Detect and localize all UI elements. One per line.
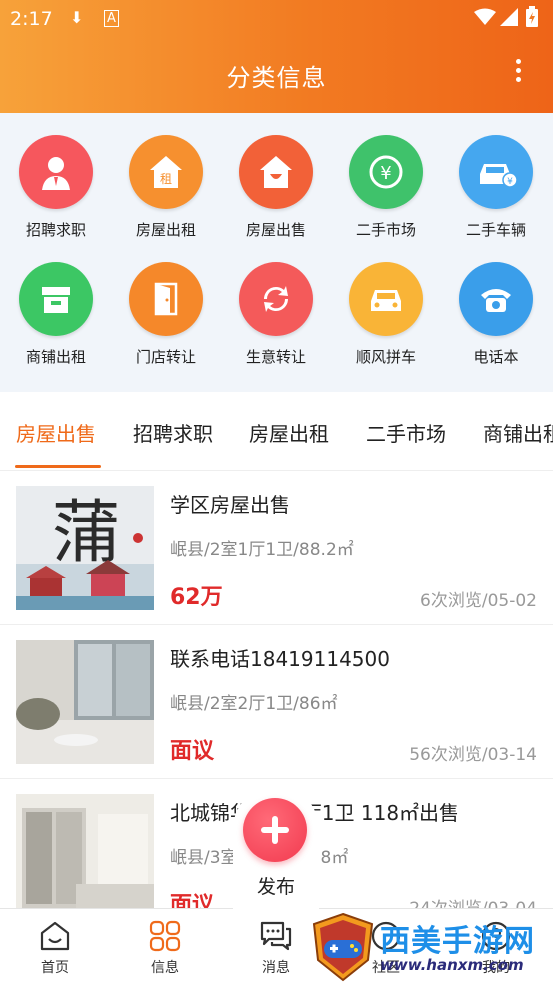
listing-thumbnail: 蒲 <box>16 486 154 610</box>
tab-house-rent[interactable]: 房屋出租 <box>249 418 329 447</box>
category-store-transfer[interactable]: 门店转让 <box>111 262 221 367</box>
listing-title: 联系电话18419114500 <box>170 647 390 671</box>
plus-icon <box>243 798 307 862</box>
tab-second-hand[interactable]: 二手市场 <box>366 418 446 447</box>
category-label: 房屋出售 <box>245 221 306 239</box>
more-vert-icon[interactable] <box>506 56 530 92</box>
nav-label: 首页 <box>41 960 69 976</box>
app-header: 2:17 ⬇ A 分类信息 <box>0 0 553 113</box>
category-business-transfer[interactable]: 生意转让 <box>221 262 331 367</box>
svg-text:¥: ¥ <box>380 163 391 184</box>
download-icon: ⬇ <box>70 8 84 27</box>
category-label: 生意转让 <box>245 348 306 366</box>
watermark-text: 西美手游网 <box>380 924 535 959</box>
tab-recruitment[interactable]: 招聘求职 <box>133 418 213 447</box>
listing-details: 岷县/2室2厅1卫/86㎡ <box>170 694 338 714</box>
battery-icon <box>526 6 538 27</box>
car-icon <box>349 262 423 336</box>
listing-item[interactable]: 联系电话18419114500 岷县/2室2厅1卫/86㎡ 面议 56次浏览/0… <box>0 625 553 779</box>
door-icon <box>129 262 203 336</box>
house-rent-icon: 租 <box>129 135 203 209</box>
a-icon: A <box>104 10 119 27</box>
status-bar: 2:17 ⬇ A <box>0 0 553 38</box>
listing-details: 岷县/2室1厅1卫/88.2㎡ <box>170 540 354 560</box>
phone-icon <box>459 262 533 336</box>
listing-thumbnail <box>16 794 154 918</box>
home-icon <box>38 919 72 953</box>
category-label: 房屋出租 <box>135 221 196 239</box>
publish-button[interactable]: 发布 <box>233 786 319 916</box>
chat-icon <box>259 919 293 953</box>
category-second-hand[interactable]: ¥ 二手市场 <box>331 135 441 240</box>
grid-icon <box>148 919 182 953</box>
listing-price: 62万 <box>170 585 223 610</box>
category-label: 招聘求职 <box>25 221 86 239</box>
gamepad-shield-icon <box>312 912 374 982</box>
wifi-icon <box>474 8 496 25</box>
person-icon <box>19 135 93 209</box>
svg-text:租: 租 <box>160 172 172 186</box>
category-house-sale[interactable]: 房屋出售 <box>221 135 331 240</box>
category-recruitment[interactable]: 招聘求职 <box>1 135 111 240</box>
category-label: 电话本 <box>473 348 519 366</box>
active-tab-indicator <box>15 465 101 468</box>
page-title: 分类信息 <box>226 64 327 92</box>
watermark-url: www.hanxm.com <box>380 956 524 974</box>
listing-title: 学区房屋出售 <box>170 493 290 517</box>
category-label: 商铺出租 <box>25 348 86 366</box>
category-phonebook[interactable]: 电话本 <box>441 262 551 367</box>
listing-meta: 56次浏览/03-14 <box>409 745 537 765</box>
category-house-rent[interactable]: 租 房屋出租 <box>111 135 221 240</box>
transfer-icon <box>239 262 313 336</box>
house-sale-icon <box>239 135 313 209</box>
category-shop-rent[interactable]: 商铺出租 <box>1 262 111 367</box>
nav-label: 信息 <box>151 960 179 976</box>
category-label: 二手市场 <box>355 221 416 239</box>
category-used-car[interactable]: ¥ 二手车辆 <box>441 135 551 240</box>
nav-home[interactable]: 首页 <box>0 909 110 985</box>
tab-house-sale[interactable]: 房屋出售 <box>16 418 96 447</box>
category-label: 顺风拼车 <box>355 348 416 366</box>
nav-info[interactable]: 信息 <box>110 909 220 985</box>
category-carpool[interactable]: 顺风拼车 <box>331 262 441 367</box>
shop-icon <box>19 262 93 336</box>
listing-price: 面议 <box>170 739 215 764</box>
category-label: 门店转让 <box>135 348 196 366</box>
watermark: 西美手游网 www.hanxm.com <box>310 910 553 984</box>
status-time: 2:17 <box>10 8 53 30</box>
listing-item[interactable]: 蒲 学区房屋出售 岷县/2室1厅1卫/88.2㎡ 62万 6次浏览/05-02 <box>0 471 553 625</box>
signal-icon <box>500 8 518 26</box>
category-tabs: 房屋出售 招聘求职 房屋出租 二手市场 商铺出租 <box>0 392 553 471</box>
tab-shop-rent[interactable]: 商铺出租 <box>483 418 553 447</box>
yuan-recycle-icon: ¥ <box>349 135 423 209</box>
publish-label: 发布 <box>256 876 295 898</box>
listing-thumbnail <box>16 640 154 764</box>
listing-meta: 6次浏览/05-02 <box>420 591 537 611</box>
category-label: 二手车辆 <box>465 221 526 239</box>
category-grid: 招聘求职 租 房屋出租 房屋出售 ¥ 二手市场 ¥ 二手车辆 商铺出租 门店转让 <box>0 113 553 392</box>
svg-text:¥: ¥ <box>507 177 513 187</box>
car-yuan-icon: ¥ <box>459 135 533 209</box>
